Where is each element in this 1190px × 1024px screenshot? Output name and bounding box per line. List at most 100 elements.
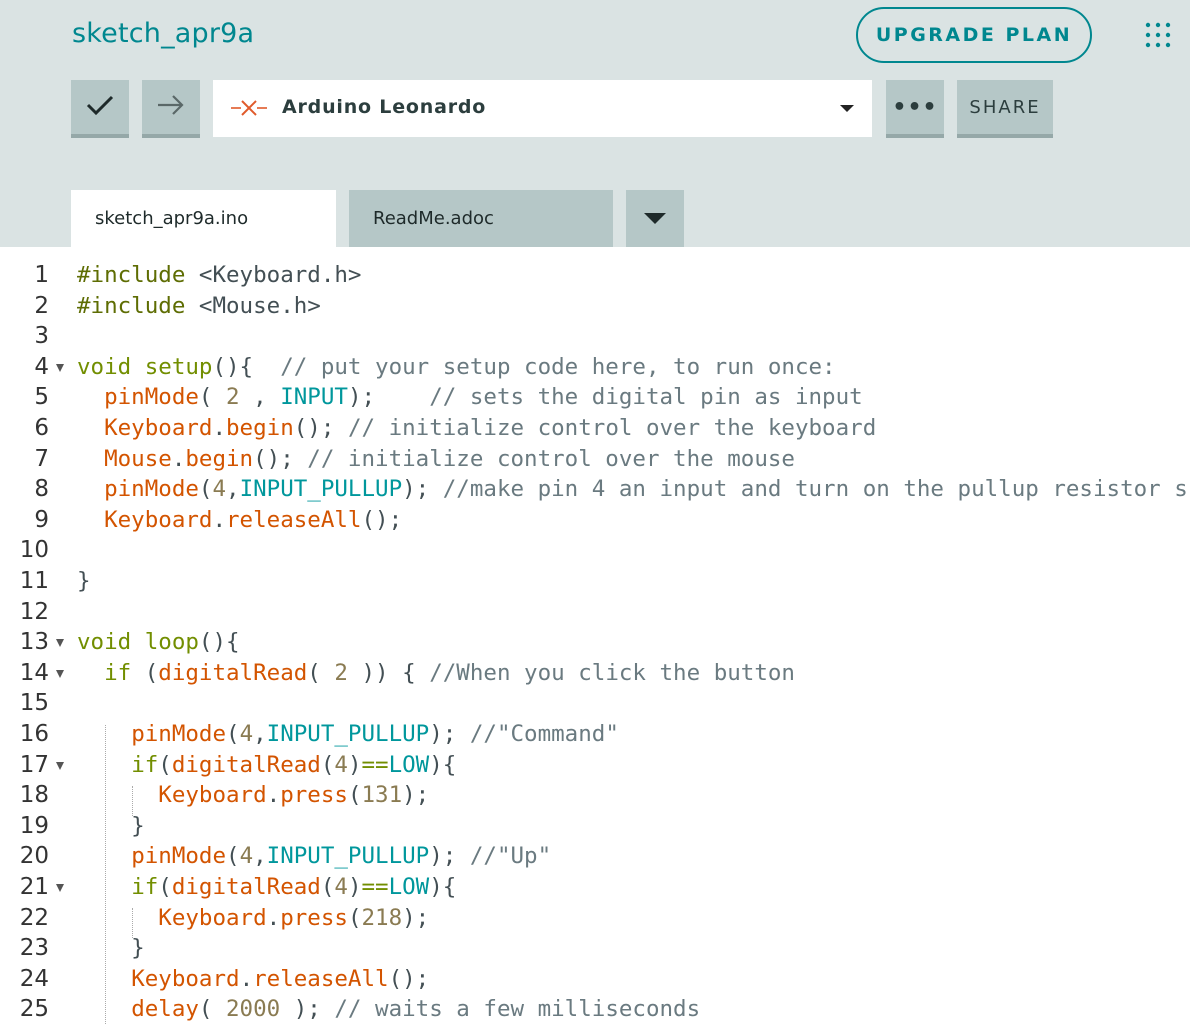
- code-token: }: [77, 812, 145, 839]
- code-token: // initialize control over the keyboard: [347, 415, 877, 441]
- line-number-label: 3: [34, 323, 49, 350]
- code-line[interactable]: pinMode(4,INPUT_PULLUP); //"Command": [77, 719, 619, 749]
- upload-button[interactable]: [142, 80, 200, 138]
- code-line[interactable]: void loop(){: [77, 627, 240, 657]
- line-number-label: 25: [19, 996, 49, 1023]
- line-number-label: 19: [19, 812, 49, 839]
- line-number-label: 17: [19, 751, 49, 778]
- code-token: (: [158, 874, 172, 900]
- code-line[interactable]: if(digitalRead(4)==LOW){: [77, 750, 456, 780]
- line-number-label: 18: [19, 782, 49, 809]
- code-token: Keyboard: [158, 782, 267, 809]
- code-token: press: [280, 904, 348, 931]
- code-line[interactable]: Mouse.begin(); // initialize control ove…: [77, 444, 795, 474]
- grid-dots-icon[interactable]: [1144, 21, 1174, 51]
- sketch-title[interactable]: sketch_apr9a: [72, 18, 254, 49]
- line-number: 10: [0, 535, 70, 565]
- code-token: ,: [226, 476, 240, 503]
- code-line[interactable]: #include <Mouse.h>: [77, 291, 321, 321]
- code-line[interactable]: }: [77, 811, 145, 841]
- line-number-label: 21: [19, 874, 49, 900]
- line-number: 13: [0, 627, 70, 657]
- code-token: );: [402, 476, 443, 503]
- line-number: 19: [0, 811, 70, 841]
- code-line[interactable]: void setup(){ // put your setup code her…: [77, 352, 836, 382]
- code-token: Keyboard: [104, 415, 213, 441]
- code-token: );: [402, 904, 430, 931]
- line-number: 11: [0, 566, 70, 596]
- code-token: pinMode: [104, 384, 199, 411]
- board-selector[interactable]: Arduino Leonardo: [213, 80, 872, 137]
- code-token: .: [212, 415, 227, 441]
- code-token: ();: [361, 506, 403, 533]
- more-options-button[interactable]: •••: [886, 80, 944, 138]
- fold-toggle-icon[interactable]: [56, 669, 64, 678]
- fold-toggle-icon[interactable]: [56, 363, 64, 372]
- line-number-label: 24: [19, 965, 49, 992]
- code-line[interactable]: delay( 2000 ); // waits a few millisecon…: [77, 994, 700, 1024]
- code-token: ){: [429, 751, 457, 778]
- code-token: digitalRead: [171, 751, 321, 778]
- upgrade-plan-button[interactable]: UPGRADE PLAN: [856, 7, 1092, 63]
- code-token: begin: [226, 415, 294, 441]
- code-line[interactable]: Keyboard.releaseAll();: [77, 964, 429, 994]
- fold-toggle-icon[interactable]: [56, 884, 64, 892]
- chevron-down-icon: [644, 213, 666, 224]
- code-token: (: [226, 721, 240, 747]
- line-number-label: 22: [19, 904, 49, 931]
- line-number: 4: [0, 352, 70, 382]
- code-line[interactable]: pinMode(4,INPUT_PULLUP); //"Up": [77, 841, 551, 871]
- fold-toggle-icon[interactable]: [56, 639, 64, 648]
- code-line[interactable]: #include <Keyboard.h>: [77, 260, 361, 290]
- code-token: 4: [212, 476, 227, 503]
- code-token: ): [347, 751, 362, 778]
- fold-toggle-icon[interactable]: [56, 761, 64, 770]
- code-line[interactable]: }: [77, 933, 145, 963]
- tab-sketch-ino[interactable]: sketch_apr9a.ino: [71, 190, 336, 247]
- code-token: releaseAll: [253, 965, 389, 992]
- code-editor[interactable]: 1 2 3 4 5 6 7 8 9 10 11 12 13 14 15 16 17 18 19 20 21 22 23 24 2…: [0, 247, 1190, 1024]
- code-line[interactable]: Keyboard.press(218);: [77, 903, 429, 933]
- code-line[interactable]: if(digitalRead(4)==LOW){: [77, 872, 456, 902]
- code-token: if: [104, 659, 132, 686]
- share-button[interactable]: SHARE: [957, 80, 1053, 138]
- line-number: 12: [0, 597, 70, 627]
- code-line[interactable]: Keyboard.begin(); // initialize control …: [77, 413, 876, 443]
- verify-button[interactable]: [71, 80, 129, 138]
- code-token: .: [171, 445, 186, 472]
- code-token: 2: [334, 659, 348, 686]
- line-number: 24: [0, 964, 70, 994]
- line-number: 3: [0, 321, 70, 351]
- code-token: (: [158, 751, 172, 778]
- tab-menu-button[interactable]: [626, 190, 684, 247]
- code-token: 4: [334, 874, 348, 900]
- indent-guide: [132, 786, 133, 816]
- code-line[interactable]: if (digitalRead( 2 )) { //When you click…: [77, 658, 795, 688]
- tab-readme[interactable]: ReadMe.adoc: [349, 190, 613, 247]
- code-token: //When you click the button: [429, 659, 795, 686]
- code-token: (){: [198, 629, 240, 656]
- code-token: );: [347, 384, 430, 411]
- code-token: 218: [361, 904, 403, 931]
- code-token: .: [266, 782, 281, 809]
- line-number: 16: [0, 719, 70, 749]
- line-number: 9: [0, 505, 70, 535]
- indent-guide: [105, 725, 106, 1024]
- chevron-down-icon: [840, 105, 854, 112]
- code-line[interactable]: Keyboard.releaseAll();: [77, 505, 402, 535]
- line-number: 17: [0, 750, 70, 780]
- code-line[interactable]: Keyboard.press(131);: [77, 780, 429, 810]
- line-number: 14: [0, 658, 70, 688]
- code-token: //"Command": [469, 721, 619, 747]
- code-line[interactable]: }: [77, 566, 91, 596]
- code-line[interactable]: pinMode(4,INPUT_PULLUP); //make pin 4 an…: [77, 474, 1188, 504]
- code-token: #include: [77, 292, 186, 319]
- code-line[interactable]: pinMode( 2 , INPUT); // sets the digital…: [77, 382, 863, 412]
- line-number: 20: [0, 841, 70, 871]
